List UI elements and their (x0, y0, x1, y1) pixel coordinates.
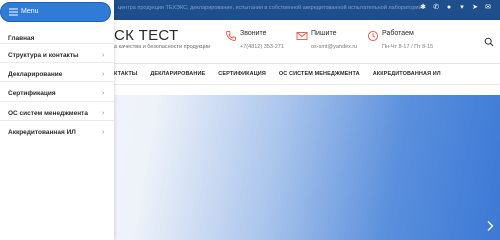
nav-item-accredited-lab[interactable]: АККРЕДИТОВАННАЯ ИЛ (373, 71, 441, 77)
menu-item-management-systems[interactable]: ОС систем менеджмента › (0, 104, 114, 124)
menu-button-label: Menu (21, 8, 39, 15)
menu-item-label: Структура и контакты (8, 52, 79, 59)
top-bar-text: центра продукции ТЕХЭКС, декларирование,… (118, 5, 422, 11)
menu-separator (0, 81, 114, 82)
menu-item-label: Аккредитованная ИЛ (8, 129, 76, 136)
menu-item-label: Сертификация (8, 90, 56, 97)
menu-item-accredited-lab[interactable]: Аккредитованная ИЛ › (0, 123, 114, 143)
menu-item-structure[interactable]: Структура и контакты › (0, 46, 114, 66)
menu-separator (0, 62, 114, 63)
social-links: ✱ ✆ ● ▾ ➤ ✉ (419, 4, 492, 12)
nav-item-certification[interactable]: СЕРТИФИКАЦИЯ (218, 71, 266, 77)
chevron-right-icon[interactable] (486, 220, 494, 232)
menu-separator (0, 101, 114, 102)
menu-item-label: Декларирование (8, 71, 63, 78)
chevron-right-icon[interactable]: › (102, 129, 104, 136)
chevron-right-icon[interactable]: › (102, 71, 104, 78)
menu-item-declaration[interactable]: Декларирование › (0, 65, 114, 85)
nav-divider (114, 63, 500, 64)
site-logo[interactable]: СК ТЕСТ (114, 27, 179, 44)
nav-item-contacts[interactable]: КТАКТЫ (114, 71, 137, 77)
contact-mail-title: Пишите (311, 30, 337, 37)
menu-separator (0, 43, 114, 44)
mail-icon (296, 32, 308, 40)
contact-mail-value[interactable]: os-smt@yandex.ru (311, 44, 357, 50)
phone-icon (226, 31, 236, 41)
menu-item-label: ОС систем менеджмента (8, 110, 88, 117)
nav-divider-bottom (114, 84, 500, 85)
telegram-icon[interactable]: ➤ (471, 4, 479, 12)
hamburger-icon (9, 8, 18, 16)
chevron-right-icon[interactable]: › (102, 90, 104, 97)
contact-phone-value[interactable]: +7(4812) 353-271 (240, 44, 284, 50)
whatsapp-icon[interactable]: ● (445, 4, 453, 12)
clock-icon (367, 30, 379, 42)
mail-icon[interactable]: ✉ (484, 4, 492, 12)
contact-hours-title: Работаем (382, 30, 414, 37)
bluetooth-icon[interactable]: ✱ (419, 4, 427, 12)
chevron-right-icon[interactable]: › (102, 52, 104, 59)
side-menu-panel: Menu Главная Структура и контакты › Декл… (0, 0, 114, 240)
vk-icon[interactable]: ▾ (458, 4, 466, 12)
contact-phone-title: Звоните (240, 30, 267, 37)
site-tagline: а качества и безопасности продукции (114, 44, 211, 50)
menu-separator (0, 120, 114, 121)
vk-icon[interactable]: ✆ (432, 4, 440, 12)
nav-item-declaration[interactable]: ДЕКЛАРИРОВАНИЕ (150, 71, 205, 77)
search-icon[interactable] (484, 37, 494, 47)
contact-hours-value: Пн-Чт 8-17 / Пт 8-15 (382, 44, 434, 50)
menu-button[interactable]: Menu (0, 2, 111, 22)
main-nav: КТАКТЫ ДЕКЛАРИРОВАНИЕ СЕРТИФИКАЦИЯ ОС СИ… (114, 71, 441, 77)
chevron-right-icon[interactable]: › (102, 110, 104, 117)
nav-item-management-systems[interactable]: ОС СИСТЕМ МЕНЕДЖМЕНТА (279, 71, 360, 77)
menu-item-label: Главная (8, 35, 35, 42)
